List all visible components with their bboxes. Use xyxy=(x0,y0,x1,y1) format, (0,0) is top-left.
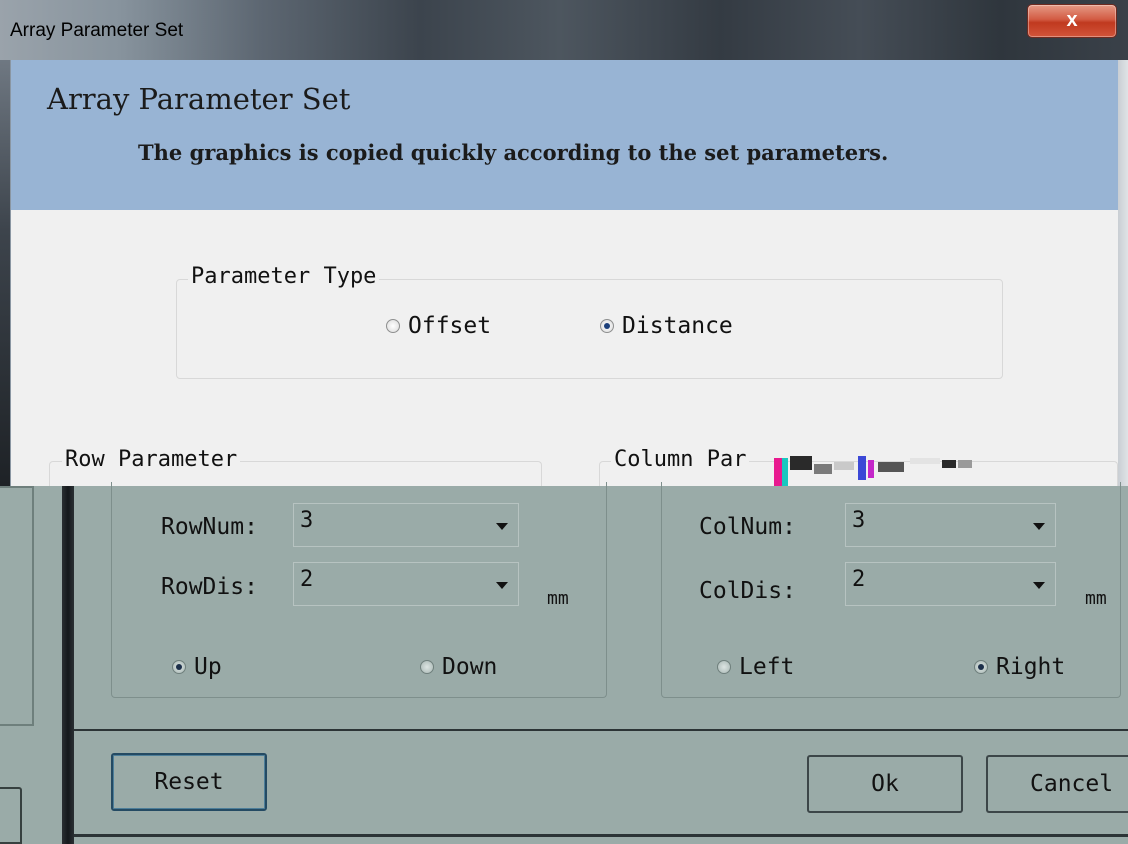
col-num-select[interactable]: 3 xyxy=(845,503,1056,547)
parameter-type-legend: Parameter Type xyxy=(188,264,380,289)
lower-panel: RowNum: 3 RowDis: 2 mm Up Down ColNum: 3… xyxy=(0,482,1128,844)
render-artifact xyxy=(770,452,990,490)
row-num-label: RowNum: xyxy=(161,514,258,540)
col-dis-label: ColDis: xyxy=(699,578,796,604)
chevron-down-icon xyxy=(1033,523,1045,530)
close-icon: x xyxy=(1066,9,1078,31)
radio-left[interactable]: Left xyxy=(717,654,794,680)
column-parameter-legend: Column Par xyxy=(611,447,750,472)
window-title: Array Parameter Set xyxy=(10,20,184,41)
radio-right[interactable]: Right xyxy=(974,654,1065,680)
radio-down-label: Down xyxy=(442,654,498,680)
radio-icon xyxy=(600,319,614,333)
close-button[interactable]: x xyxy=(1027,4,1117,38)
radio-left-label: Left xyxy=(739,654,795,680)
screenshot: Array Parameter Set x Array Parameter Se… xyxy=(0,0,1128,844)
background-window-button xyxy=(0,787,22,844)
radio-icon xyxy=(172,660,186,674)
radio-icon xyxy=(386,319,400,333)
row-dis-select[interactable]: 2 xyxy=(293,562,519,606)
cancel-button[interactable]: Cancel xyxy=(986,755,1128,813)
chevron-down-icon xyxy=(496,523,508,530)
banner-title: Array Parameter Set xyxy=(47,82,351,116)
banner-subtitle: The graphics is copied quickly according… xyxy=(138,140,889,165)
window-frame-left xyxy=(0,60,10,486)
radio-distance-label: Distance xyxy=(622,313,733,339)
row-num-select[interactable]: 3 xyxy=(293,503,519,547)
chevron-down-icon xyxy=(496,582,508,589)
parameter-type-group xyxy=(176,279,1003,379)
col-num-value: 3 xyxy=(852,508,866,533)
dialog-body: Array Parameter Set The graphics is copi… xyxy=(10,60,1118,521)
radio-offset[interactable]: Offset xyxy=(386,313,491,339)
header-banner: Array Parameter Set The graphics is copi… xyxy=(11,60,1118,210)
radio-icon xyxy=(974,660,988,674)
row-unit-label: mm xyxy=(547,588,569,609)
radio-distance[interactable]: Distance xyxy=(600,313,733,339)
col-dis-select[interactable]: 2 xyxy=(845,562,1056,606)
radio-right-label: Right xyxy=(996,654,1066,680)
reset-button-label: Reset xyxy=(154,769,224,795)
row-num-value: 3 xyxy=(300,508,314,533)
chevron-down-icon xyxy=(1033,582,1045,589)
ok-button-label: Ok xyxy=(871,771,899,797)
row-dis-value: 2 xyxy=(300,567,314,592)
window-frame-right xyxy=(1117,60,1128,486)
reset-button[interactable]: Reset xyxy=(111,753,267,811)
radio-offset-label: Offset xyxy=(408,313,492,339)
row-dis-label: RowDis: xyxy=(161,574,258,600)
window-frame-bottom xyxy=(74,834,1128,837)
col-unit-label: mm xyxy=(1085,588,1107,609)
radio-up[interactable]: Up xyxy=(172,654,222,680)
title-bar: Array Parameter Set x xyxy=(0,0,1128,60)
background-window-panel xyxy=(0,486,34,726)
row-parameter-legend: Row Parameter xyxy=(62,447,241,472)
ok-button[interactable]: Ok xyxy=(807,755,963,813)
radio-icon xyxy=(420,660,434,674)
cancel-button-label: Cancel xyxy=(1030,771,1114,797)
window-frame-divider xyxy=(62,486,74,844)
radio-down[interactable]: Down xyxy=(420,654,497,680)
button-bar-separator xyxy=(74,729,1128,731)
col-dis-value: 2 xyxy=(852,567,866,592)
radio-up-label: Up xyxy=(194,654,222,680)
col-num-label: ColNum: xyxy=(699,514,796,540)
radio-icon xyxy=(717,660,731,674)
